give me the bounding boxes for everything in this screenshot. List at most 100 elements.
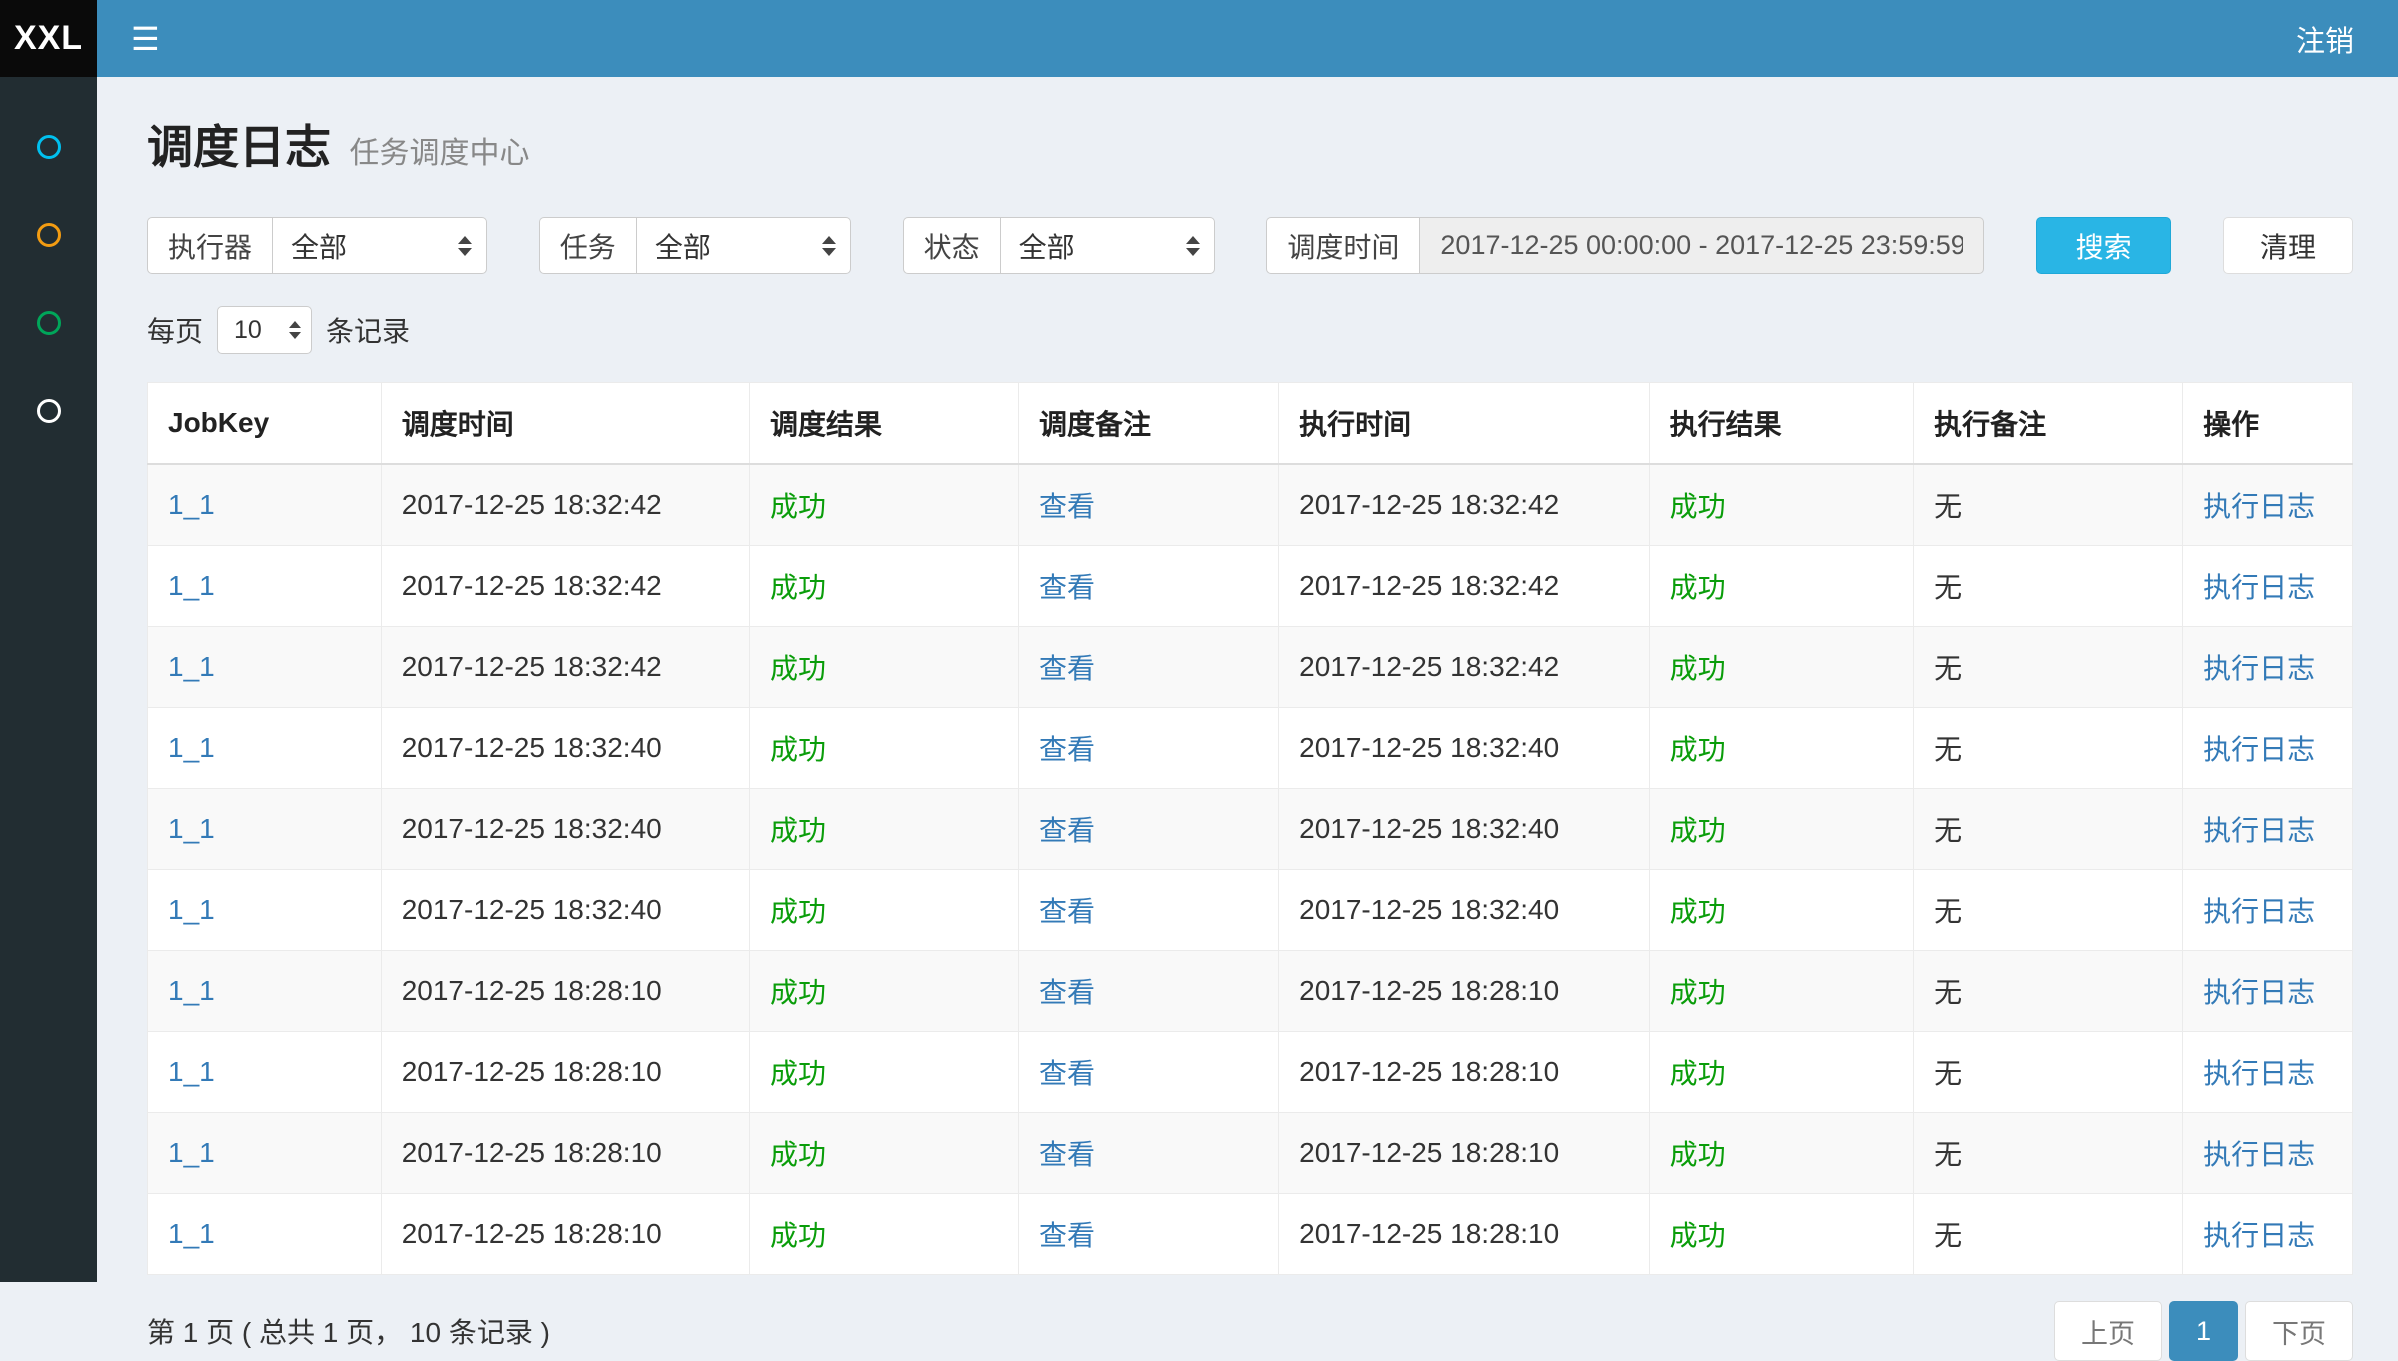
handle-msg-cell: 无 xyxy=(1914,870,2183,951)
table-footer: 第 1 页 ( 总共 1 页， 10 条记录 ) 上页 1 下页 xyxy=(147,1301,2353,1361)
handle-time-cell: 2017-12-25 18:32:42 xyxy=(1279,627,1649,708)
handle-msg-cell: 无 xyxy=(1914,1032,2183,1113)
job-select[interactable]: 全部 xyxy=(636,217,851,274)
sidebar-item-4[interactable] xyxy=(0,367,97,455)
trigger-msg-link[interactable]: 查看 xyxy=(1039,653,1095,684)
table-row: 1_1 2017-12-25 18:32:42 成功 查看 2017-12-25… xyxy=(148,627,2353,708)
jobkey-cell: 1_1 xyxy=(148,1194,382,1275)
column-header: 操作 xyxy=(2183,383,2353,465)
app-logo[interactable]: XXL xyxy=(0,0,97,77)
sidebar-item-1[interactable] xyxy=(0,103,97,191)
handle-time-cell: 2017-12-25 18:28:10 xyxy=(1279,1032,1649,1113)
trigger-msg-link[interactable]: 查看 xyxy=(1039,734,1095,765)
page-1-button[interactable]: 1 xyxy=(2169,1301,2238,1361)
jobkey-link[interactable]: 1_1 xyxy=(168,651,215,682)
handle-msg-cell: 无 xyxy=(1914,951,2183,1032)
execution-log-link[interactable]: 执行日志 xyxy=(2203,1139,2315,1170)
logout-link[interactable]: 注销 xyxy=(2252,0,2398,77)
jobkey-link[interactable]: 1_1 xyxy=(168,1137,215,1168)
jobkey-cell: 1_1 xyxy=(148,708,382,789)
pagination-summary: 第 1 页 ( 总共 1 页， 10 条记录 ) xyxy=(147,1311,550,1351)
action-cell: 执行日志 xyxy=(2183,1113,2353,1194)
trigger-msg-cell: 查看 xyxy=(1018,1113,1278,1194)
trigger-msg-link[interactable]: 查看 xyxy=(1039,815,1095,846)
trigger-result-cell: 成功 xyxy=(749,546,1018,627)
jobkey-link[interactable]: 1_1 xyxy=(168,813,215,844)
execution-log-link[interactable]: 执行日志 xyxy=(2203,653,2315,684)
jobkey-link[interactable]: 1_1 xyxy=(168,975,215,1006)
column-header: 调度备注 xyxy=(1018,383,1278,465)
sidebar-toggle-icon[interactable]: ☰ xyxy=(97,0,194,77)
status-filter-label: 状态 xyxy=(903,217,1000,274)
jobkey-link[interactable]: 1_1 xyxy=(168,1218,215,1249)
table-row: 1_1 2017-12-25 18:28:10 成功 查看 2017-12-25… xyxy=(148,951,2353,1032)
trigger-result-cell: 成功 xyxy=(749,627,1018,708)
trigger-time-cell: 2017-12-25 18:32:42 xyxy=(381,464,749,546)
handle-result-cell: 成功 xyxy=(1649,1032,1914,1113)
trigger-time-filter-group: 调度时间 xyxy=(1266,217,1984,274)
page-subtitle: 任务调度中心 xyxy=(349,137,529,170)
execution-log-link[interactable]: 执行日志 xyxy=(2203,896,2315,927)
page-size-prefix: 每页 xyxy=(147,310,203,350)
execution-log-link[interactable]: 执行日志 xyxy=(2203,734,2315,765)
prev-page-button[interactable]: 上页 xyxy=(2054,1301,2162,1361)
pagination: 上页 1 下页 xyxy=(2054,1301,2353,1361)
status-select[interactable]: 全部 xyxy=(1000,217,1215,274)
trigger-result-cell: 成功 xyxy=(749,1194,1018,1275)
jobkey-cell: 1_1 xyxy=(148,1113,382,1194)
trigger-msg-cell: 查看 xyxy=(1018,951,1278,1032)
jobkey-cell: 1_1 xyxy=(148,464,382,546)
column-header: 调度结果 xyxy=(749,383,1018,465)
jobkey-link[interactable]: 1_1 xyxy=(168,894,215,925)
execution-log-link[interactable]: 执行日志 xyxy=(2203,1220,2315,1251)
search-button[interactable]: 搜索 xyxy=(2036,217,2171,274)
clear-button[interactable]: 清理 xyxy=(2223,217,2353,274)
handle-msg-cell: 无 xyxy=(1914,627,2183,708)
handle-time-cell: 2017-12-25 18:32:40 xyxy=(1279,708,1649,789)
handle-msg-cell: 无 xyxy=(1914,464,2183,546)
handle-msg-cell: 无 xyxy=(1914,1194,2183,1275)
main-content: 调度日志 任务调度中心 执行器 全部 任务 全部 状态 全部 调度时 xyxy=(97,77,2398,1282)
next-page-button[interactable]: 下页 xyxy=(2245,1301,2353,1361)
column-header: JobKey xyxy=(148,383,382,465)
trigger-msg-link[interactable]: 查看 xyxy=(1039,572,1095,603)
execution-log-link[interactable]: 执行日志 xyxy=(2203,977,2315,1008)
filter-bar: 执行器 全部 任务 全部 状态 全部 调度时间 搜索 清理 xyxy=(147,217,2353,274)
sidebar-menu xyxy=(0,77,97,1282)
table-row: 1_1 2017-12-25 18:32:40 成功 查看 2017-12-25… xyxy=(148,789,2353,870)
trigger-time-range-input[interactable] xyxy=(1419,217,1984,274)
handle-result-cell: 成功 xyxy=(1649,627,1914,708)
handle-time-cell: 2017-12-25 18:32:42 xyxy=(1279,464,1649,546)
handle-result-cell: 成功 xyxy=(1649,1194,1914,1275)
executor-select[interactable]: 全部 xyxy=(272,217,487,274)
trigger-msg-cell: 查看 xyxy=(1018,870,1278,951)
handle-result-cell: 成功 xyxy=(1649,870,1914,951)
trigger-result-cell: 成功 xyxy=(749,464,1018,546)
execution-log-link[interactable]: 执行日志 xyxy=(2203,572,2315,603)
jobkey-link[interactable]: 1_1 xyxy=(168,570,215,601)
execution-log-link[interactable]: 执行日志 xyxy=(2203,491,2315,522)
trigger-msg-link[interactable]: 查看 xyxy=(1039,977,1095,1008)
sidebar-item-2[interactable] xyxy=(0,191,97,279)
column-header: 执行时间 xyxy=(1279,383,1649,465)
trigger-msg-link[interactable]: 查看 xyxy=(1039,1139,1095,1170)
trigger-msg-link[interactable]: 查看 xyxy=(1039,1058,1095,1089)
jobkey-link[interactable]: 1_1 xyxy=(168,489,215,520)
action-cell: 执行日志 xyxy=(2183,464,2353,546)
log-table-body: 1_1 2017-12-25 18:32:42 成功 查看 2017-12-25… xyxy=(148,464,2353,1275)
jobkey-link[interactable]: 1_1 xyxy=(168,1056,215,1087)
page-size-select[interactable]: 10 xyxy=(217,306,312,354)
table-row: 1_1 2017-12-25 18:32:42 成功 查看 2017-12-25… xyxy=(148,464,2353,546)
jobkey-link[interactable]: 1_1 xyxy=(168,732,215,763)
execution-log-link[interactable]: 执行日志 xyxy=(2203,815,2315,846)
trigger-time-cell: 2017-12-25 18:28:10 xyxy=(381,1113,749,1194)
trigger-result-cell: 成功 xyxy=(749,789,1018,870)
trigger-msg-link[interactable]: 查看 xyxy=(1039,896,1095,927)
trigger-msg-link[interactable]: 查看 xyxy=(1039,1220,1095,1251)
sidebar-item-3[interactable] xyxy=(0,279,97,367)
circle-outline-icon xyxy=(37,399,61,423)
handle-time-cell: 2017-12-25 18:28:10 xyxy=(1279,1113,1649,1194)
job-select-value: 全部 xyxy=(655,226,711,266)
trigger-msg-link[interactable]: 查看 xyxy=(1039,491,1095,522)
execution-log-link[interactable]: 执行日志 xyxy=(2203,1058,2315,1089)
